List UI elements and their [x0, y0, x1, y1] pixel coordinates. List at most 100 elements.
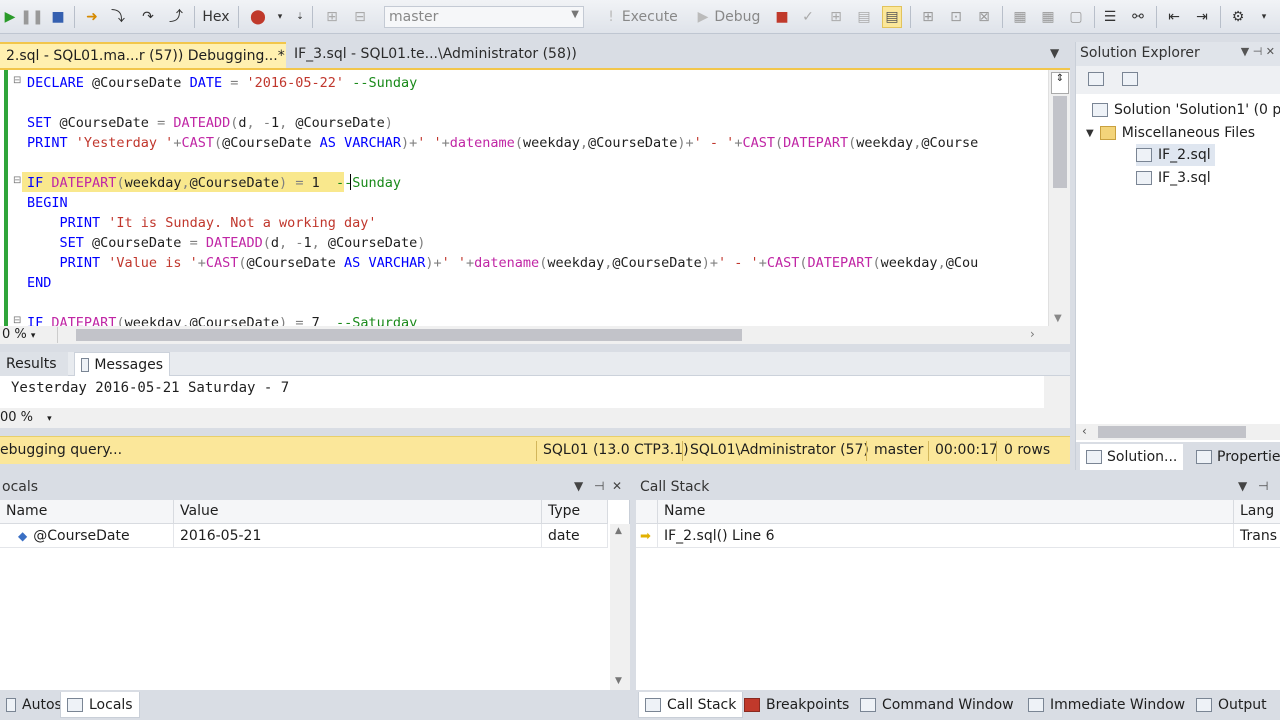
tab-label: Command Window	[882, 697, 1014, 713]
tree-item-if3-sql[interactable]: IF_3.sql	[1136, 167, 1211, 189]
query-designer-icon[interactable]: ▤	[854, 6, 874, 28]
column-header-type[interactable]: Type	[542, 500, 608, 524]
client-stats-icon[interactable]: ⊠	[974, 6, 994, 28]
code-line: IF DATEPART(weekday,@CourseDate) = 1 --S…	[27, 175, 401, 191]
results-file-icon[interactable]: ▦	[1038, 6, 1058, 28]
pin-icon[interactable]: ▼ ⊣ ✕	[1241, 45, 1275, 58]
tab-locals[interactable]: Locals	[60, 692, 140, 718]
horizontal-scroll-thumb[interactable]	[76, 329, 742, 341]
tab-immediate-window[interactable]: Immediate Window	[1022, 692, 1191, 718]
collapse-icon[interactable]: ⊟	[13, 175, 21, 186]
include-plan-icon[interactable]: ⊞	[918, 6, 938, 28]
more-icon[interactable]: ⇣	[290, 6, 310, 28]
scroll-left-icon[interactable]: ‹	[1082, 424, 1087, 438]
results-zoom[interactable]: 00 % ▾	[0, 410, 60, 425]
collapse-icon[interactable]: ⊟	[13, 75, 21, 86]
tab-autos[interactable]: Autos	[0, 692, 68, 718]
tab-output[interactable]: Output	[1190, 692, 1273, 718]
step-over-icon[interactable]: ↷	[138, 6, 158, 28]
tree-item-if2-sql[interactable]: IF_2.sql	[1136, 144, 1215, 166]
stop-icon[interactable]: ■	[48, 6, 68, 28]
tab-if3-sql[interactable]: IF_3.sql - SQL01.te...\Administrator (58…	[288, 42, 618, 68]
step-into-icon[interactable]: ⤵	[108, 6, 128, 28]
breakpoint-icon[interactable]: ⬤	[248, 6, 268, 28]
scroll-up-icon[interactable]: ▲	[615, 526, 622, 536]
locals-title: ocals	[2, 479, 39, 495]
scroll-thumb[interactable]	[1053, 96, 1067, 188]
pin-icon[interactable]: ⊣	[1258, 479, 1268, 493]
show-all-files-icon[interactable]	[1122, 72, 1138, 86]
tab-if2-sql[interactable]: 2.sql - SQL01.ma...r (57)) Debugging...*	[0, 42, 286, 68]
editor-zoom[interactable]: 0 % ▾	[0, 327, 58, 343]
execute-icon: !	[608, 9, 614, 25]
tree-item-misc-files[interactable]: ▼ Miscellaneous Files	[1086, 122, 1255, 144]
uncomment-icon[interactable]: ⚯	[1128, 6, 1148, 28]
status-state: ebugging query...	[0, 442, 123, 458]
change-connection-icon[interactable]: ⊟	[350, 6, 370, 28]
query-editor[interactable]: ⊟ ⊟ ⊟ DECLARE @CourseDate DATE = '2016-0…	[0, 68, 1070, 326]
locals-value[interactable]: 2016-05-21	[174, 524, 542, 548]
tab-label: Autos	[22, 697, 62, 713]
display-plan-icon[interactable]: ⊞	[826, 6, 846, 28]
code-line: SET @CourseDate = DATEADD(d, -1, @Course…	[27, 115, 393, 131]
dropdown-arrow-icon[interactable]: ▾	[270, 6, 290, 28]
close-icon[interactable]: ✕	[612, 479, 622, 493]
editor-vertical-scrollbar[interactable]: ⇕ ▼	[1048, 70, 1070, 326]
messages-scrollbar[interactable]	[1044, 376, 1070, 408]
code-line: PRINT 'Yesterday '+CAST(@CourseDate AS V…	[27, 135, 979, 151]
comment-icon[interactable]: ☰	[1100, 6, 1120, 28]
tab-command-window[interactable]: Command Window	[854, 692, 1020, 718]
toolbar-overflow-icon[interactable]: ▾	[1254, 6, 1274, 28]
tree-item-solution[interactable]: Solution 'Solution1' (0 pr	[1092, 99, 1280, 121]
scroll-down-icon[interactable]: ▼	[615, 676, 622, 686]
table-row[interactable]: ➡ IF_2.sql() Line 6 Trans	[636, 524, 1280, 548]
results-text-icon[interactable]: ▢	[1066, 6, 1086, 28]
column-header-value[interactable]: Value	[174, 500, 542, 524]
results-grid-icon[interactable]: ▦	[1010, 6, 1030, 28]
breakpoints-icon	[744, 698, 760, 712]
column-header-name[interactable]: Name	[0, 500, 174, 524]
properties-icon[interactable]	[1088, 72, 1104, 86]
execute-button[interactable]: ! Execute	[598, 6, 688, 28]
query-status-bar: ebugging query... SQL01 (13.0 CTP3.1) SQ…	[0, 436, 1070, 464]
locals-scrollbar[interactable]: ▲ ▼	[610, 524, 630, 690]
hex-button[interactable]: Hex	[200, 6, 232, 28]
editor-horizontal-scrollbar[interactable]: 0 % ▾ ›	[0, 326, 1070, 344]
column-header-name[interactable]: Name	[658, 500, 1234, 524]
window-position-icon[interactable]: ▼	[574, 479, 583, 493]
live-stats-icon[interactable]: ⊡	[946, 6, 966, 28]
specify-values-icon[interactable]: ⚙	[1228, 6, 1248, 28]
scroll-right-icon[interactable]: ›	[1030, 327, 1035, 341]
tab-messages[interactable]: Messages	[74, 352, 170, 376]
results-to-text-icon[interactable]: ▤	[882, 6, 902, 28]
column-header-language[interactable]: Lang	[1234, 500, 1280, 524]
parse-icon[interactable]: ✓	[798, 6, 818, 28]
messages-pane[interactable]: Yesterday 2016-05-21 Saturday - 7	[0, 376, 1070, 408]
tab-properties[interactable]: Properties	[1190, 444, 1280, 470]
collapse-arrow-icon[interactable]: ▼	[1086, 128, 1094, 139]
tab-solution-explorer[interactable]: Solution...	[1080, 444, 1184, 470]
decrease-indent-icon[interactable]: ⇤	[1164, 6, 1184, 28]
pin-icon[interactable]: ⊣	[594, 479, 604, 493]
cancel-query-icon[interactable]: ■	[772, 6, 792, 28]
scroll-down-icon[interactable]: ▼	[1054, 313, 1062, 324]
continue-icon[interactable]: ▶	[0, 6, 20, 28]
table-row[interactable]: ◆ @CourseDate 2016-05-21 date	[0, 524, 608, 548]
solution-explorer-hscroll[interactable]: ‹	[1076, 424, 1280, 440]
step-out-icon[interactable]: ⤴	[166, 6, 186, 28]
increase-indent-icon[interactable]: ⇥	[1192, 6, 1212, 28]
split-icon[interactable]: ⇕	[1051, 72, 1069, 94]
scroll-thumb[interactable]	[1098, 426, 1246, 438]
connect-icon[interactable]: ⊞	[322, 6, 342, 28]
debug-button[interactable]: ▶ Debug	[692, 6, 766, 28]
tab-dropdown-icon[interactable]: ▼	[1050, 46, 1059, 60]
current-frame-arrow-icon: ➡	[636, 524, 658, 548]
database-selector[interactable]: master ▼	[384, 6, 584, 28]
tab-breakpoints[interactable]: Breakpoints	[738, 692, 855, 718]
pause-icon[interactable]: ❚❚	[20, 6, 43, 28]
show-next-statement-icon[interactable]: ➜	[82, 6, 102, 28]
window-position-icon[interactable]: ▼	[1238, 479, 1247, 493]
tab-results[interactable]: Results	[0, 352, 68, 376]
tab-call-stack[interactable]: Call Stack	[638, 692, 744, 718]
collapse-icon[interactable]: ⊟	[13, 315, 21, 326]
